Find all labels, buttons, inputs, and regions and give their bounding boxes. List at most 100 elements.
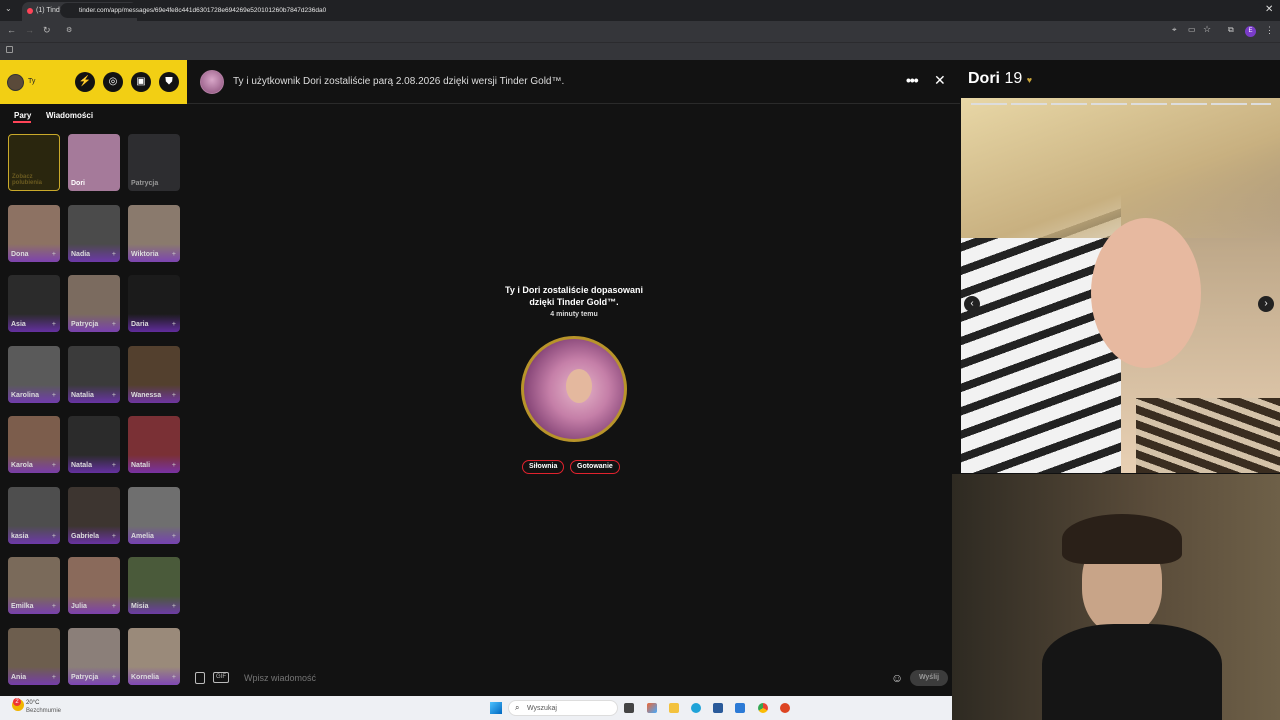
boost-icon[interactable]: ⚡ (75, 72, 95, 92)
store-icon[interactable] (713, 703, 723, 713)
site-info-icon[interactable]: ⚙ (66, 26, 72, 34)
match-card-name: Zobacz polubienia (12, 174, 42, 186)
copilot-icon[interactable] (647, 703, 657, 713)
app-icon[interactable] (780, 703, 790, 713)
plus-icon: + (171, 321, 176, 328)
task-view-icon[interactable] (624, 703, 634, 713)
active-tab-indicator (13, 121, 31, 123)
file-explorer-icon[interactable] (669, 703, 679, 713)
match-card[interactable]: kasia + (8, 487, 60, 544)
apps-grid-icon[interactable] (6, 46, 13, 53)
match-card[interactable]: Amelia + (128, 487, 180, 544)
match-card[interactable]: Wanessa + (128, 346, 180, 403)
match-card[interactable]: Wiktoria + (128, 205, 180, 262)
close-chat-icon[interactable]: ✕ (934, 72, 946, 89)
more-options-icon[interactable]: ••• (906, 72, 919, 88)
message-input[interactable] (238, 668, 878, 688)
match-message: Ty i Dori zostaliście dopasowani dzięki … (473, 284, 675, 308)
plus-icon: + (51, 321, 56, 328)
windows-start-icon[interactable] (490, 702, 502, 714)
match-card-name: Ania (11, 674, 27, 681)
profile-avatar[interactable]: E (1245, 26, 1256, 37)
match-card-name: Nadia (71, 251, 91, 258)
match-card[interactable]: Patrycja + (68, 275, 120, 332)
match-card[interactable]: Kornelia + (128, 628, 180, 685)
match-card[interactable]: Dona + (8, 205, 60, 262)
match-avatar[interactable] (200, 70, 224, 94)
forward-icon[interactable]: → (25, 25, 34, 35)
match-card[interactable]: Natalia + (68, 346, 120, 403)
match-card-name: Natala (71, 462, 93, 469)
match-rest: zostaliście dopasowani (542, 285, 643, 295)
reload-icon[interactable]: ↻ (43, 25, 51, 36)
mail-icon[interactable] (735, 703, 745, 713)
url-field[interactable]: tinder.com/app/messages/69e4fe8c441d6301… (60, 3, 1265, 18)
previous-photo-icon[interactable]: ‹ (964, 296, 980, 312)
tab-matches[interactable]: Pary (14, 111, 31, 120)
match-photo-circle (521, 336, 627, 442)
webcam-overlay (952, 474, 1280, 720)
match-card[interactable]: Natala + (68, 416, 120, 473)
tab-messages[interactable]: Wiadomości (46, 111, 93, 120)
match-card[interactable]: Gabriela + (68, 487, 120, 544)
match-card-name: Patrycja (71, 321, 99, 328)
briefcase-icon[interactable]: ▣ (131, 72, 151, 92)
plus-icon: + (171, 251, 176, 258)
plus-icon: + (171, 392, 176, 399)
match-card[interactable]: Karolina + (8, 346, 60, 403)
weather-badge: 2 (13, 698, 21, 706)
gif-button[interactable]: GIF (213, 672, 229, 683)
sticker-icon[interactable] (195, 672, 205, 684)
shield-icon[interactable]: ⛊ (159, 72, 179, 92)
plus-icon: + (171, 533, 176, 540)
match-card[interactable]: Daria + (128, 275, 180, 332)
plus-icon: + (111, 462, 116, 469)
match-card[interactable]: Patrycja + (68, 628, 120, 685)
match-card[interactable]: Karola + (8, 416, 60, 473)
search-icon: ⌕ (515, 703, 520, 712)
match-you: Ty i (505, 285, 520, 295)
user-label: Ty (28, 78, 36, 85)
chrome-icon[interactable] (758, 703, 768, 713)
explore-compass-icon[interactable]: ◎ (103, 72, 123, 92)
match-card[interactable]: Dori (68, 134, 120, 191)
plus-icon: + (171, 674, 176, 681)
match-card[interactable]: Julia + (68, 557, 120, 614)
match-card[interactable]: Ania + (8, 628, 60, 685)
back-icon[interactable]: ← (7, 25, 16, 35)
match-card-name: Dori (71, 180, 85, 187)
match-card[interactable]: Patrycja (128, 134, 180, 191)
match-card-name: kasia (11, 533, 29, 540)
emoji-icon[interactable]: ☺ (891, 671, 903, 685)
cast-icon[interactable]: ▭ (1188, 25, 1196, 34)
match-card[interactable]: Nadia + (68, 205, 120, 262)
likes-you-card[interactable]: Zobacz polubienia (8, 134, 60, 191)
plus-icon: + (111, 533, 116, 540)
match-card[interactable]: Asia + (8, 275, 60, 332)
user-avatar[interactable] (7, 74, 24, 91)
close-window-icon[interactable]: ✕ (1265, 4, 1273, 15)
plus-icon: + (51, 462, 56, 469)
plus-icon: + (111, 674, 116, 681)
browser-menu-icon[interactable]: ⋮ (1265, 25, 1274, 36)
plus-icon: + (51, 603, 56, 610)
bookmark-star-icon[interactable]: ☆ (1203, 24, 1211, 35)
taskbar-search[interactable]: ⌕ Wyszukaj (508, 700, 618, 716)
tab-search-icon[interactable]: ⌄ (5, 4, 12, 13)
extensions-icon[interactable]: ⧉ (1228, 25, 1234, 35)
next-photo-icon[interactable]: › (1258, 296, 1274, 312)
match-card-name: Patrycja (131, 180, 159, 187)
plus-icon: + (171, 462, 176, 469)
match-card-name: Wanessa (131, 392, 162, 399)
plus-icon: + (111, 251, 116, 258)
weather-temp: 20°C (26, 700, 40, 706)
match-card[interactable]: Emilka + (8, 557, 60, 614)
send-button[interactable]: Wyślij (910, 670, 948, 686)
match-card-name: Karolina (11, 392, 40, 399)
address-bar-row (0, 21, 1280, 42)
match-card[interactable]: Natali + (128, 416, 180, 473)
location-icon[interactable]: ⌖ (1172, 25, 1177, 35)
weather-desc: Bezchmurnie (26, 708, 62, 714)
match-card[interactable]: Misia + (128, 557, 180, 614)
edge-icon[interactable] (691, 703, 701, 713)
